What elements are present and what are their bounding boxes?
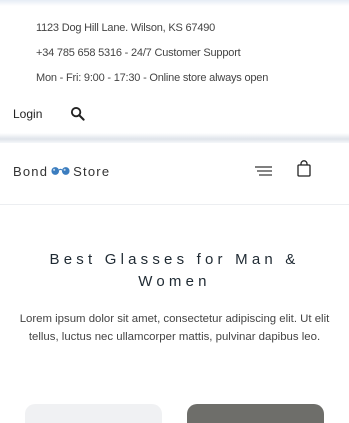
hero-description: Lorem ipsum dolor sit amet, consectetur … [19, 313, 330, 343]
product-card-1[interactable] [25, 404, 162, 423]
glasses-icon [51, 167, 70, 175]
top-strip [0, 0, 349, 6]
product-card-2[interactable] [187, 404, 324, 423]
opening-hours: Mon - Fri: 9:00 - 17:30 - Online store a… [36, 72, 269, 84]
login-link[interactable]: Login [13, 107, 42, 121]
logo-text-left: Bond [13, 163, 49, 179]
nav-divider [0, 204, 349, 205]
site-logo[interactable]: Bond Store [13, 162, 110, 180]
search-icon[interactable] [70, 106, 85, 121]
store-address: 1123 Dog Hill Lane. Wilson, KS 67490 [36, 22, 216, 34]
shopping-bag-icon[interactable] [297, 160, 311, 177]
support-phone: +34 785 658 5316 - 24/7 Customer Support [36, 47, 241, 59]
logo-text-right: Store [73, 163, 111, 179]
header-divider [0, 133, 349, 143]
hero-title: Best Glasses for Man & Women [49, 251, 300, 290]
hamburger-menu-icon[interactable] [255, 165, 272, 177]
